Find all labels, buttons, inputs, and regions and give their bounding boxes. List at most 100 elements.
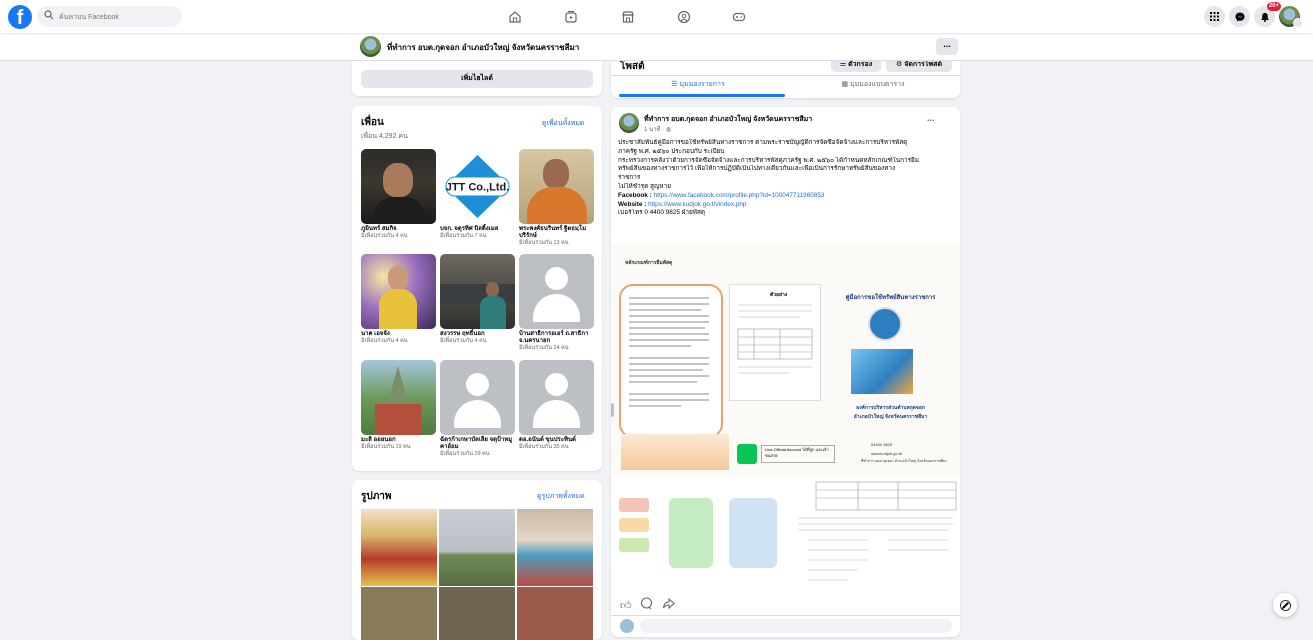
friend-item[interactable]: มะลิ ออยนอก มีเพื่อนร่วมกัน 19 คน [361, 360, 436, 451]
tab-grid-view[interactable]: ▦ มุมมองแบบตาราง [786, 79, 960, 90]
search-box[interactable] [37, 6, 182, 27]
friend-name[interactable]: บจก. จตุรทิศ บิลดิ้งเมล [440, 226, 515, 233]
photos-card: รูปภาพ ดูรูปภาพทั้งหมด [352, 480, 602, 640]
photo-thumb[interactable] [361, 587, 437, 640]
posts-header-card: โพสต์ ⚌ ตัวกรอง ⚙ จัดการโพสต์ ☰ มุมมองรา… [611, 60, 960, 98]
friend-photo-placeholder[interactable] [519, 360, 594, 435]
photo-thumb[interactable] [361, 509, 437, 586]
friend-name[interactable]: ภูมินทร์ สมกิจ [361, 226, 436, 233]
post-image-thumb-right[interactable] [788, 478, 960, 593]
tab-list-view[interactable]: ☰ มุมมองรายการ [611, 79, 785, 90]
friend-name[interactable]: พระพงศ์ธนรินทร์ ฐิตธมฺโม บริรักษ์ [519, 226, 594, 240]
photo-thumb[interactable] [517, 509, 593, 586]
facebook-logo-icon[interactable]: f [8, 5, 32, 29]
share-icon[interactable] [662, 597, 675, 615]
friend-item[interactable]: บ้านสาธิการอเอร์ ถ.สาธิกา จ.นครนายก มีเพ… [519, 254, 594, 352]
filter-button[interactable]: ⚌ ตัวกรอง [831, 60, 881, 72]
friend-photo[interactable] [519, 149, 594, 224]
photo-thumb[interactable] [439, 509, 515, 586]
image-sample-form: ตัวอย่าง [729, 284, 821, 401]
page-avatar[interactable] [360, 36, 381, 57]
friends-title[interactable]: เพื่อน [361, 115, 384, 130]
friend-item[interactable]: ภูมินทร์ สมกิจ มีเพื่อนร่วมกัน 4 คน [361, 149, 436, 240]
post-line: ไม่ให้ชำรุด สูญหาย [618, 182, 671, 190]
post-timestamp[interactable]: 1 นาที · ◍ [644, 124, 671, 134]
menu-grid-button[interactable] [1204, 6, 1225, 27]
search-icon [44, 10, 54, 20]
post-message: ประชาสัมพันธ์คู่มือการขอใช้ทรัพย์สินทางร… [618, 139, 953, 218]
website-label: Website : [618, 200, 649, 208]
friends-card: เพื่อน เพื่อน 4,292 คน ดูเพื่อนทั้งหมด ภ… [352, 106, 602, 471]
friend-photo[interactable] [440, 254, 515, 329]
image-sample-label: ตัวอย่าง [770, 292, 788, 298]
menu-grid-icon [1210, 12, 1219, 21]
friend-item[interactable]: พระพงศ์ธนรินทร์ ฐิตธมฺโม บริรักษ์ มีเพื่… [519, 149, 594, 247]
friend-photo[interactable] [361, 149, 436, 224]
notification-count-badge: 20+ [1266, 2, 1281, 11]
facebook-link[interactable]: https://www.facebook.com/profile.php?id=… [654, 192, 825, 199]
post-more-button[interactable]: ... [927, 113, 935, 123]
search-input[interactable] [57, 8, 181, 27]
friend-photo[interactable] [361, 360, 436, 435]
friend-photo-placeholder[interactable] [519, 254, 594, 329]
active-tab-indicator [619, 94, 785, 97]
friend-item[interactable]: นาค เอจจัง มีเพื่อนร่วมกัน 4 คน [361, 254, 436, 345]
photos-title[interactable]: รูปภาพ [361, 489, 392, 504]
facebook-label: Facebook : [618, 191, 654, 199]
gaming-icon[interactable] [729, 7, 749, 27]
post-image-scroll-handle[interactable] [611, 403, 614, 417]
divider [611, 75, 960, 76]
gear-icon: ⚙ [895, 61, 903, 68]
comment-input[interactable] [640, 619, 952, 633]
friend-item[interactable]: สงวรรษ ฤทธิ์นอก มีเพื่อนร่วมกัน 4 คน [440, 254, 515, 345]
facebook-line: Facebook : https://www.facebook.com/prof… [618, 192, 953, 201]
like-icon[interactable]: 👍︎ [620, 599, 632, 612]
image-line-label: Line Official Account ได้ที่ลูก และเจ้าช… [761, 445, 835, 463]
friend-photo[interactable] [361, 254, 436, 329]
add-featured-button[interactable]: เพิ่มไฮไลต์ [361, 70, 593, 88]
new-message-button[interactable] [1273, 593, 1297, 617]
post-line: ราชการ [618, 174, 641, 182]
friend-name[interactable]: ฉัตรก้าเกษาบัลเลีย จตุป้าหมูคาฮ์อม [440, 437, 515, 451]
see-all-photos-link[interactable]: ดูรูปภาพทั้งหมด [537, 491, 585, 502]
post-author-avatar[interactable] [619, 113, 639, 133]
marketplace-icon[interactable] [618, 7, 638, 27]
friend-name[interactable]: มะลิ ออยนอก [361, 437, 436, 444]
account-avatar[interactable] [1279, 6, 1303, 28]
manage-posts-button[interactable]: ⚙ จัดการโพสต์ [886, 60, 952, 72]
messenger-button[interactable] [1229, 6, 1250, 27]
filter-label: ตัวกรอง [848, 61, 873, 68]
friend-name[interactable]: บ้านสาธิการอเอร์ ถ.สาธิกา จ.นครนายก [519, 331, 594, 345]
image-org-line2: อำเภอบัวใหญ่ จังหวัดนครราชสีมา [853, 414, 928, 420]
groups-icon[interactable] [674, 7, 694, 27]
friend-photo[interactable]: JTT Co.,Ltd. [440, 149, 515, 224]
photo-thumb[interactable] [517, 587, 593, 640]
friend-photo-placeholder[interactable] [440, 360, 515, 435]
posts-title: โพสต์ [620, 61, 645, 72]
see-all-friends-link[interactable]: ดูเพื่อนทั้งหมด [542, 118, 584, 129]
home-icon[interactable] [505, 7, 525, 27]
friend-name[interactable]: สงวรรษ ฤทธิ์นอก [440, 331, 515, 338]
page-sticky-header: ที่ทำการ อบต.กุดจอก อำเภอบัวใหญ่ จังหวัด… [0, 33, 1313, 61]
post-image-main[interactable]: หลักเกณฑ์การยืมพัสดุ ตัวอย่าง คู่มือการข… [611, 244, 960, 476]
website-link[interactable]: https://www.kudjok.go.th/index.php [648, 201, 746, 208]
friend-item[interactable]: ดอ.อนันต์ ขุนประทินต์ มีเพื่อนร่วมกัน 35… [519, 360, 594, 451]
page-name[interactable]: ที่ทำการ อบต.กุดจอก อำเภอบัวใหญ่ จังหวัด… [387, 41, 579, 54]
form-document [798, 481, 957, 581]
photo-thumb[interactable] [439, 587, 515, 640]
notifications-button[interactable]: 20+ [1254, 2, 1281, 27]
tab-list-view-label: มุมมองรายการ [679, 81, 725, 88]
watch-video-icon[interactable] [561, 7, 581, 27]
post-time: 1 นาที · [644, 127, 666, 133]
friend-item[interactable]: JTT Co.,Ltd. บจก. จตุรทิศ บิลดิ้งเมล มีเ… [440, 149, 515, 240]
friend-item[interactable]: ฉัตรก้าเกษาบัลเลีย จตุป้าหมูคาฮ์อม มีเพื… [440, 360, 515, 458]
comment-icon[interactable] [640, 597, 653, 615]
image-org-line1: องค์การบริหารส่วนตำบลกุดจอก [856, 405, 925, 411]
post-image-thumb-left[interactable] [611, 478, 786, 593]
phone-line: เบอร์โทร 0 4400 9825 ฝ่ายพัสดุ [618, 209, 706, 217]
page-more-button[interactable]: ... [936, 38, 958, 55]
friend-mutual: มีเพื่อนร่วมกัน 13 คน [519, 240, 569, 246]
friend-name[interactable]: นาค เอจจัง [361, 331, 436, 338]
friend-name[interactable]: ดอ.อนันต์ ขุนประทินต์ [519, 437, 594, 444]
image-heading: คู่มือการขอใช้ทรัพย์สินทางราชการ [845, 295, 936, 301]
